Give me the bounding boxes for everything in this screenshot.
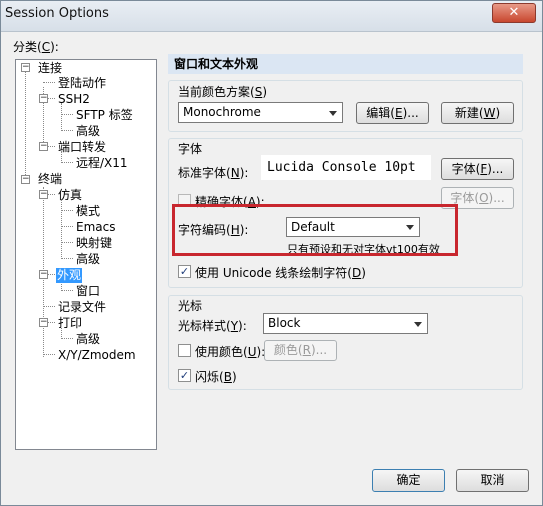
expander-emulation[interactable]: − <box>39 190 48 199</box>
color-scheme-label-text: 当前颜色方案 <box>178 85 251 99</box>
font-button[interactable]: 字体(F)... <box>441 158 514 180</box>
edit-button-label: 编辑 <box>366 106 391 120</box>
tree-item-advanced-emu[interactable]: 高级 <box>76 252 100 267</box>
expander-appearance[interactable]: − <box>39 270 48 279</box>
expander-port-forward[interactable]: − <box>39 142 48 151</box>
new-scheme-button[interactable]: 新建(W) <box>441 102 514 124</box>
category-tree[interactable]: − − − − − − − 连接 登陆动作 SSH2 SFTP 标签 高级 端口… <box>15 59 157 450</box>
cursor-color-hotkey: R <box>302 343 311 357</box>
check-icon: ✓ <box>179 369 190 382</box>
edit-hotkey: E <box>394 106 403 120</box>
session-options-window: Session Options ✕ 分类(C): − − − − − − − 连… <box>0 0 543 506</box>
chevron-down-icon <box>414 321 422 327</box>
tree-item-modes[interactable]: 模式 <box>76 204 100 219</box>
cursor-style-label: 光标样式(Y): <box>178 319 247 333</box>
color-scheme-select[interactable]: Monochrome <box>178 102 343 123</box>
precise-font-button-label: 字体 <box>450 191 475 205</box>
blink-label: 闪烁(B) <box>195 370 237 384</box>
unicode-line-hotkey: D <box>351 266 362 280</box>
cursor-style-label-text: 光标样式 <box>178 319 227 333</box>
font-preview: Lucida Console 10pt <box>261 155 431 180</box>
chevron-down-icon <box>329 110 337 116</box>
tree-item-ssh2[interactable]: SSH2 <box>58 92 90 107</box>
cursor-style-hotkey: Y <box>230 319 239 333</box>
tree-item-window[interactable]: 窗口 <box>76 284 100 299</box>
font-button-hotkey: F <box>480 162 488 176</box>
standard-font-label: 标准字体(N): <box>178 166 249 180</box>
category-label-text: 分类 <box>13 40 38 54</box>
window-title: Session Options <box>5 6 109 21</box>
unicode-line-label-text: 使用 Unicode 线条绘制字符 <box>195 266 348 280</box>
standard-font-hotkey: N <box>230 166 240 180</box>
cursor-color-button-label: 颜色 <box>273 343 298 357</box>
new-button-label: 新建 <box>454 106 479 120</box>
tree-item-xyzmodem[interactable]: X/Y/Zmodem <box>58 348 136 363</box>
new-hotkey: W <box>483 106 496 120</box>
tree-item-mapped-keys[interactable]: 映射键 <box>76 236 112 251</box>
close-button[interactable]: ✕ <box>492 3 536 23</box>
cursor-style-select[interactable]: Block <box>263 313 428 334</box>
close-icon: ✕ <box>508 5 520 20</box>
tree-item-appearance[interactable]: 外观 <box>56 268 83 283</box>
blink-checkbox[interactable]: ✓ <box>178 369 191 382</box>
highlight-annotation-box <box>172 204 458 256</box>
unicode-line-checkbox[interactable]: ✓ <box>178 265 191 278</box>
color-scheme-hotkey: S <box>254 85 263 99</box>
standard-font-label-text: 标准字体 <box>178 166 227 180</box>
tree-item-advanced-print[interactable]: 高级 <box>76 332 100 347</box>
use-color-label: 使用颜色(U): <box>195 345 266 359</box>
tree-item-print[interactable]: 打印 <box>58 316 82 331</box>
use-color-label-text: 使用颜色 <box>195 345 244 359</box>
use-color-checkbox[interactable] <box>178 344 191 357</box>
cursor-group-title: 光标 <box>178 299 203 313</box>
ok-button[interactable]: 确定 <box>372 469 445 492</box>
tree-item-remote-x11[interactable]: 远程/X11 <box>76 156 128 171</box>
precise-font-button-hotkey: O <box>479 191 489 205</box>
unicode-line-label: 使用 Unicode 线条绘制字符(D) <box>195 266 366 280</box>
expander-ssh2[interactable]: − <box>39 94 48 103</box>
category-hotkey: C <box>41 40 51 54</box>
tree-item-emacs[interactable]: Emacs <box>76 220 115 235</box>
expander-print[interactable]: − <box>39 318 48 327</box>
tree-item-sftp[interactable]: SFTP 标签 <box>76 108 133 123</box>
tree-item-port-forward[interactable]: 端口转发 <box>58 140 106 155</box>
font-group-title: 字体 <box>178 142 203 156</box>
use-color-hotkey: U <box>247 345 257 359</box>
expander-terminal[interactable]: − <box>21 175 30 184</box>
blink-hotkey: B <box>223 370 232 384</box>
tree-item-log-file[interactable]: 记录文件 <box>58 300 106 315</box>
font-button-label: 字体 <box>451 162 476 176</box>
edit-scheme-button[interactable]: 编辑(E)... <box>356 102 429 124</box>
tree-item-terminal[interactable]: 终端 <box>38 172 62 187</box>
cursor-color-button[interactable]: 颜色(R)... <box>264 340 337 361</box>
tree-item-emulation[interactable]: 仿真 <box>58 188 82 203</box>
cursor-style-value: Block <box>268 316 301 330</box>
blink-label-text: 闪烁 <box>195 370 220 384</box>
color-scheme-value: Monochrome <box>183 105 261 119</box>
expander-connection[interactable]: − <box>21 63 30 72</box>
color-scheme-label: 当前颜色方案(S) <box>178 85 268 99</box>
title-bar: Session Options ✕ <box>1 1 542 32</box>
check-icon: ✓ <box>179 265 190 278</box>
tree-item-login-actions[interactable]: 登陆动作 <box>58 76 106 91</box>
panel-header: 窗口和文本外观 <box>168 54 523 74</box>
tree-item-connection[interactable]: 连接 <box>38 61 62 76</box>
category-label: 分类(C): <box>13 40 59 54</box>
cancel-button[interactable]: 取消 <box>456 469 529 492</box>
tree-item-advanced-ssh[interactable]: 高级 <box>76 124 100 139</box>
